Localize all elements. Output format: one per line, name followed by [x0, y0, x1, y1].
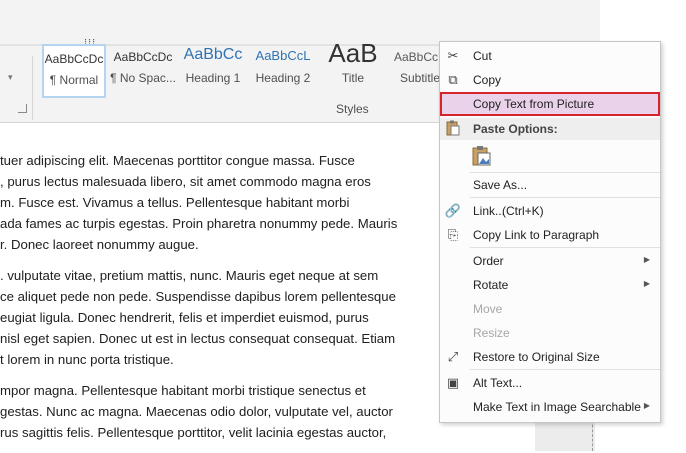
menu-label: Copy — [473, 73, 502, 87]
text-line: ada fames ac turpis egestas. Proin phare… — [0, 216, 398, 231]
submenu-arrow-icon: ▶ — [643, 255, 650, 264]
chevron-down-icon[interactable]: ▾ — [8, 72, 13, 83]
menu-label: Copy Text from Picture — [473, 97, 595, 111]
style-caption: Heading 1 — [185, 71, 241, 85]
menu-item-copy-text-from-picture[interactable]: Copy Text from Picture — [440, 92, 660, 116]
menu-separator — [470, 197, 660, 198]
margin-guide — [592, 420, 594, 451]
menu-label: Restore to Original Size — [473, 350, 600, 364]
menu-label: Resize — [473, 326, 510, 340]
font-group-edge — [0, 56, 33, 120]
menu-item-copy[interactable]: ⧉ Copy — [440, 68, 660, 92]
text-line: r. Donec laoreet nonummy augue. — [0, 237, 199, 252]
clipboard-icon — [446, 120, 460, 136]
text-line: eugiat ligula. Donec hendrerit, felis et… — [0, 310, 369, 325]
text-line: m. Fusce est. Vivamus a tellus. Pellente… — [0, 195, 350, 210]
restore-size-icon: ⤢ — [447, 349, 459, 364]
menu-item-cut[interactable]: ✂ Cut — [440, 44, 660, 68]
menu-label: Cut — [473, 49, 492, 63]
style-caption: Heading 2 — [255, 71, 311, 85]
text-line: mpor magna. Pellentesque habitant morbi … — [0, 383, 366, 398]
style-title[interactable]: AaB Title — [322, 38, 384, 98]
menu-item-save-as[interactable]: Save As... — [440, 173, 660, 197]
submenu-arrow-icon: ▶ — [643, 279, 650, 288]
text-line: t lorem in nunc porta tristique. — [0, 352, 174, 367]
menu-label: Save As... — [473, 178, 528, 192]
menu-item-order[interactable]: Order ▶ — [440, 249, 660, 273]
menu-label: Order — [473, 254, 504, 268]
menu-item-alt-text[interactable]: ▣ Alt Text... — [440, 371, 660, 395]
menu-label: Rotate — [473, 278, 509, 292]
menu-item-copy-link-to-paragraph[interactable]: ⎘ Copy Link to Paragraph — [440, 223, 660, 247]
scissors-icon: ✂ — [447, 48, 459, 63]
menu-label: Make Text in Image Searchable — [473, 400, 641, 414]
text-line: gestas. Nunc ac magna. Maecenas odio dol… — [0, 404, 393, 419]
document-body[interactable]: tuer adipiscing elit. Maecenas porttitor… — [0, 150, 440, 453]
style-preview: AaBbCc — [183, 46, 243, 63]
menu-separator — [470, 247, 660, 248]
menu-label: Copy Link to Paragraph — [473, 228, 600, 242]
copy-icon: ⧉ — [448, 72, 458, 87]
menu-label: Alt Text... — [473, 376, 523, 390]
dialog-launcher-icon[interactable] — [18, 104, 27, 113]
text-line: rus sagittis felis. Pellentesque porttit… — [0, 425, 387, 440]
menu-item-restore-original-size[interactable]: ⤢ Restore to Original Size — [440, 345, 660, 369]
style-heading-1[interactable]: AaBbCc Heading 1 — [180, 44, 246, 98]
style-no-spacing[interactable]: AaBbCcDc ¶ No Spac... — [108, 44, 178, 98]
styles-gallery: AaBbCcDc ¶ Normal AaBbCcDc ¶ No Spac... … — [36, 38, 446, 100]
text-line: , purus lectus malesuada libero, sit ame… — [0, 174, 371, 189]
context-menu: ✂ Cut ⧉ Copy Copy Text from Picture Past… — [439, 41, 661, 423]
menu-label: Move — [473, 302, 503, 316]
link-icon: 🔗 — [444, 203, 462, 218]
style-subtitle[interactable]: AaBbCcE Subtitle — [388, 44, 446, 98]
style-heading-2[interactable]: AaBbCcL Heading 2 — [248, 44, 318, 98]
menu-label: Paste Options: — [473, 122, 558, 136]
styles-group-label: Styles — [336, 102, 369, 116]
style-caption: Title — [341, 71, 365, 85]
style-caption: ¶ No Spac... — [110, 71, 176, 85]
paragraph: . vulputate vitae, pretium mattis, nunc.… — [0, 265, 440, 370]
copy-link-icon: ⎘ — [447, 227, 459, 242]
menu-item-link[interactable]: 🔗 Link... (Ctrl+K) — [440, 199, 660, 223]
paragraph: mpor magna. Pellentesque habitant morbi … — [0, 380, 440, 443]
menu-label: Link... — [473, 204, 506, 218]
paste-options-header: Paste Options: — [440, 118, 660, 140]
paste-picture-icon[interactable] — [472, 145, 492, 167]
style-normal[interactable]: AaBbCcDc ¶ Normal — [42, 44, 106, 98]
menu-shortcut: (Ctrl+K) — [502, 204, 544, 218]
paragraph: tuer adipiscing elit. Maecenas porttitor… — [0, 150, 440, 255]
text-line: ce aliquet pede non pede. Suspendisse da… — [0, 289, 396, 304]
menu-item-rotate[interactable]: Rotate ▶ — [440, 273, 660, 297]
menu-item-make-text-searchable[interactable]: Make Text in Image Searchable ▶ — [440, 395, 660, 419]
alt-text-icon: ▣ — [446, 375, 460, 390]
submenu-arrow-icon: ▶ — [643, 401, 650, 410]
style-caption: ¶ Normal — [49, 73, 99, 87]
menu-item-resize: Resize — [440, 321, 660, 345]
menu-separator — [470, 369, 660, 370]
text-line: tuer adipiscing elit. Maecenas porttitor… — [0, 153, 355, 168]
style-preview: AaB — [328, 38, 378, 64]
text-line: nisl eget sapien. Donec ut est in lectus… — [0, 331, 396, 346]
menu-item-move: Move — [440, 297, 660, 321]
text-line: . vulputate vitae, pretium mattis, nunc.… — [0, 268, 379, 283]
